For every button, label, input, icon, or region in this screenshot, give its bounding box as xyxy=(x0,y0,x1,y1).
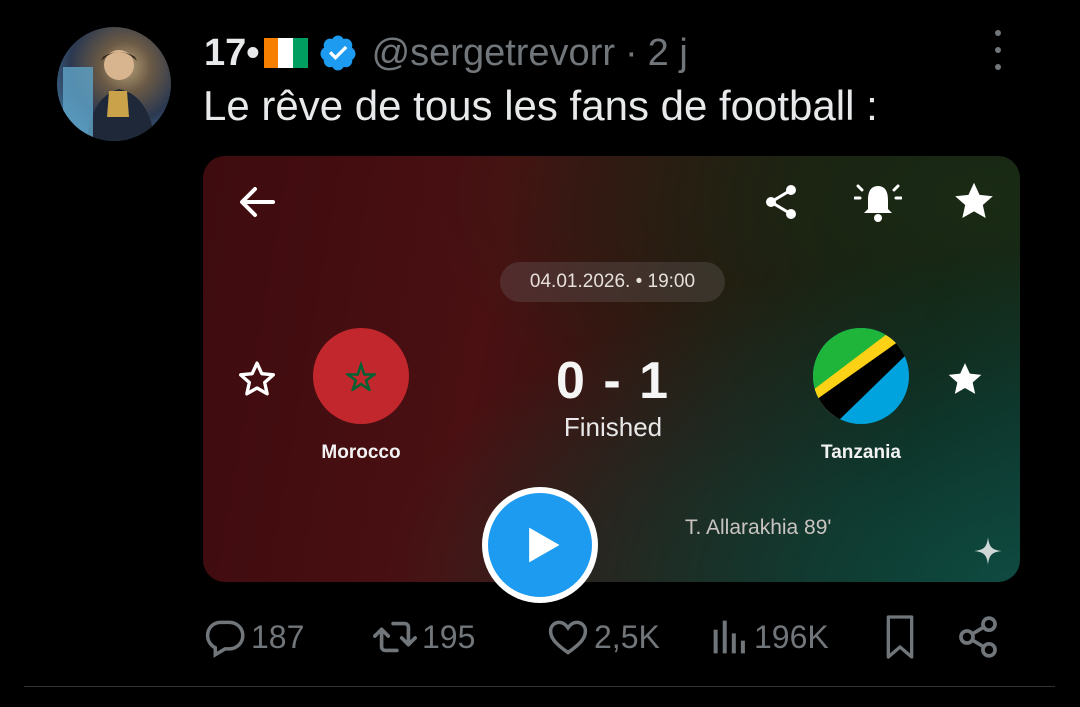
play-button[interactable] xyxy=(482,487,598,603)
timestamp[interactable]: 2 j xyxy=(648,32,688,75)
tweet-actions: 187 195 2,5K 196K xyxy=(0,612,1080,662)
handle[interactable]: @sergetrevorr xyxy=(372,32,615,75)
match-status: Finished xyxy=(563,412,663,442)
repost-button[interactable]: 195 xyxy=(372,612,475,662)
bell-icon xyxy=(854,184,902,222)
match-score: 0 - 1 xyxy=(555,352,671,410)
avatar-photo xyxy=(63,50,155,141)
tanzania-flag-icon xyxy=(813,328,909,424)
tweet-header: 17• @sergetrevorr · 2 j xyxy=(204,28,688,78)
home-team-name: Morocco xyxy=(321,442,401,463)
goal-scorer: T. Allarakhia 89' xyxy=(685,516,832,539)
ivory-coast-flag-icon xyxy=(263,38,308,68)
more-options-icon[interactable] xyxy=(990,30,1006,70)
favorite-home-star-icon xyxy=(239,361,275,396)
back-arrow-icon xyxy=(240,187,275,217)
share-icon xyxy=(766,185,796,219)
repost-count: 195 xyxy=(422,618,476,655)
match-date-time: 04.01.2026. • 19:00 xyxy=(500,262,725,302)
heart-icon xyxy=(548,620,588,655)
views-chart-icon xyxy=(713,620,745,654)
like-button[interactable]: 2,5K xyxy=(546,612,660,662)
display-name[interactable]: 17• xyxy=(204,32,260,75)
away-team-name: Tanzania xyxy=(821,442,901,463)
repost-icon xyxy=(373,621,417,653)
avatar[interactable] xyxy=(57,27,171,141)
like-count: 2,5K xyxy=(594,618,660,655)
favorite-away-star-icon xyxy=(948,363,982,394)
separator: · xyxy=(625,31,638,74)
sparkle-icon xyxy=(974,537,1002,565)
tweet-text: Le rêve de tous les fans de football : xyxy=(203,82,878,129)
divider xyxy=(24,686,1055,687)
play-icon xyxy=(529,527,560,563)
reply-count: 187 xyxy=(251,618,305,655)
reply-button[interactable]: 187 xyxy=(203,612,304,662)
verified-badge-icon xyxy=(320,35,356,71)
bookmark-icon[interactable] xyxy=(880,612,920,662)
morocco-flag-icon xyxy=(313,328,409,424)
share-icon[interactable] xyxy=(956,612,1000,662)
views-button[interactable]: 196K xyxy=(710,612,829,662)
star-filled-icon xyxy=(955,182,993,219)
media-video[interactable]: 04.01.2026. • 19:00 Morocco 0 - 1 Finish… xyxy=(203,156,1020,582)
reply-icon xyxy=(205,620,245,658)
view-count: 196K xyxy=(754,618,829,655)
